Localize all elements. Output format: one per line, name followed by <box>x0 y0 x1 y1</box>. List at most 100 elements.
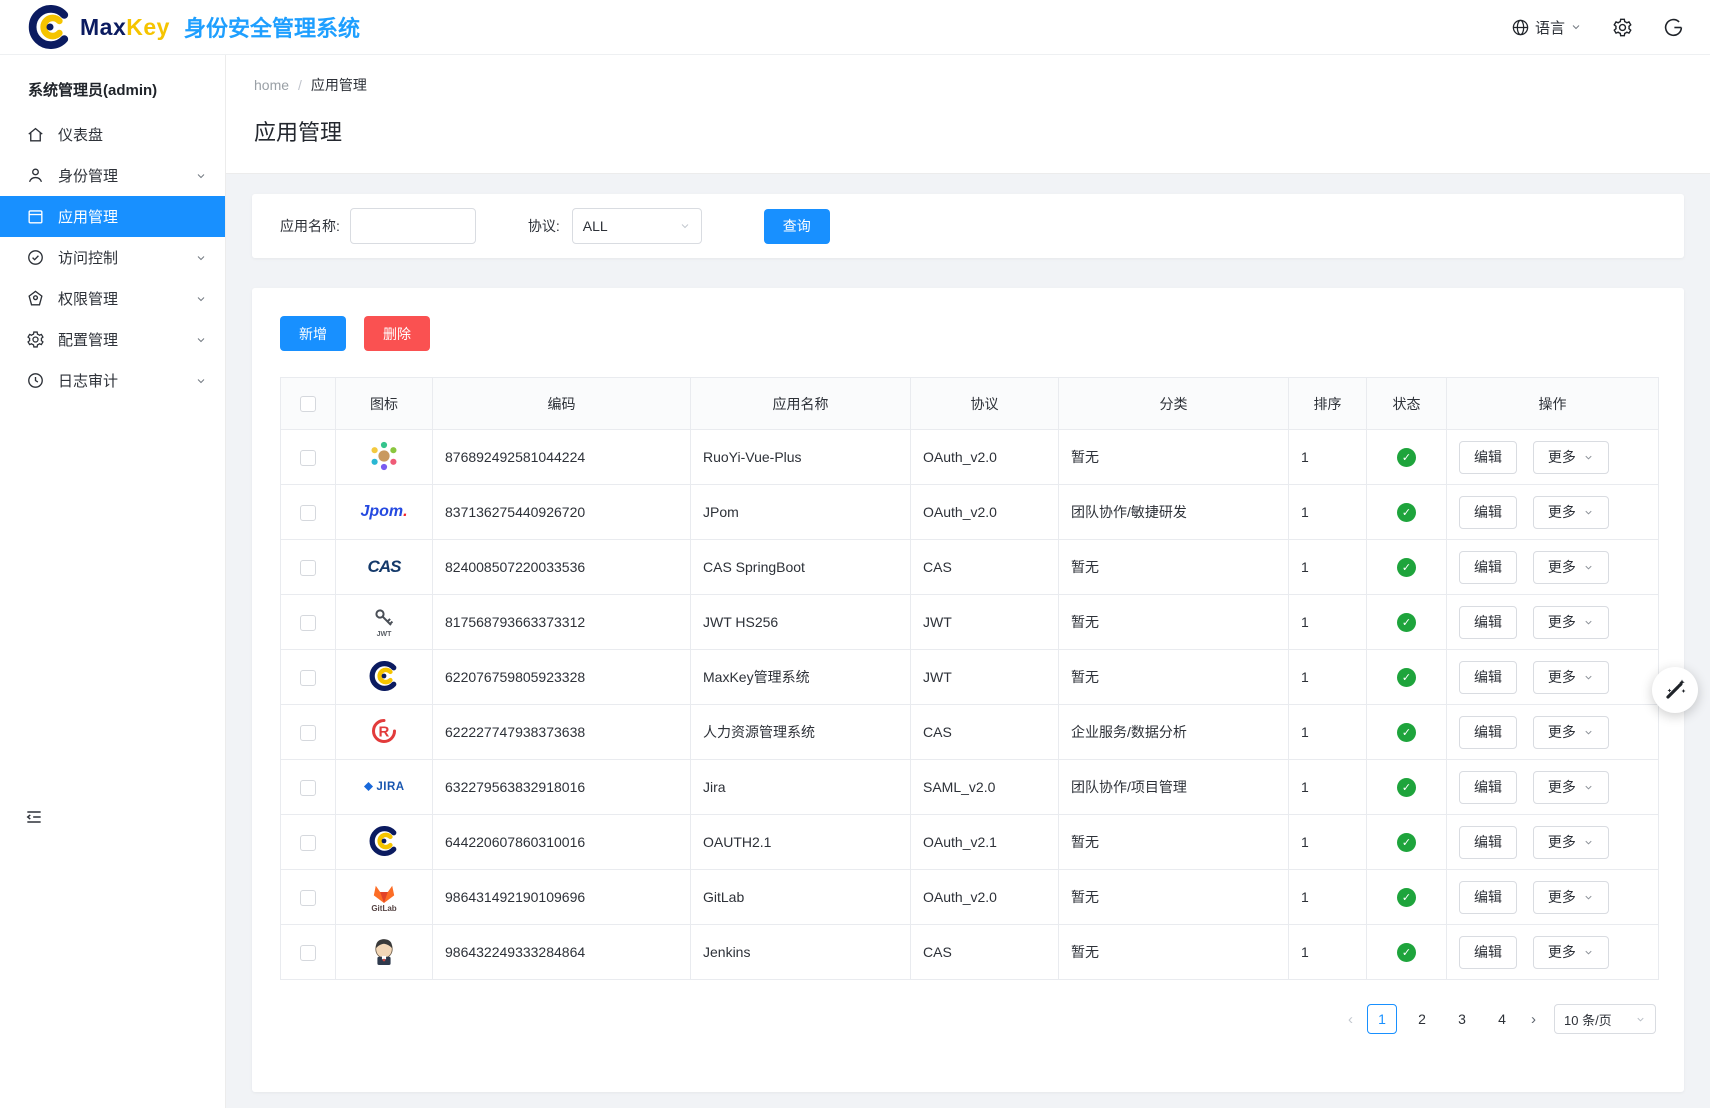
row-checkbox[interactable] <box>300 615 316 631</box>
app-category: 暂无 <box>1059 595 1289 650</box>
magic-wand-floating-button[interactable] <box>1652 667 1698 713</box>
more-button[interactable]: 更多 <box>1533 661 1609 694</box>
edit-button[interactable]: 编辑 <box>1459 606 1517 639</box>
edit-button[interactable]: 编辑 <box>1459 661 1517 694</box>
app-protocol: JWT <box>911 595 1059 650</box>
next-page-button[interactable]: › <box>1527 1011 1540 1028</box>
row-checkbox[interactable] <box>300 890 316 906</box>
edit-button[interactable]: 编辑 <box>1459 826 1517 859</box>
sidebar-item-permission[interactable]: 权限管理 <box>0 278 225 319</box>
chevron-down-icon <box>1583 727 1594 738</box>
more-button[interactable]: 更多 <box>1533 606 1609 639</box>
row-checkbox[interactable] <box>300 835 316 851</box>
app-name: CAS SpringBoot <box>691 540 911 595</box>
row-checkbox[interactable] <box>300 725 316 741</box>
app-sort: 1 <box>1289 430 1367 485</box>
column-header-icon: 图标 <box>336 378 433 430</box>
settings-gear-icon[interactable] <box>1612 17 1633 38</box>
app-sort: 1 <box>1289 595 1367 650</box>
app-category: 暂无 <box>1059 870 1289 925</box>
edit-button[interactable]: 编辑 <box>1459 936 1517 969</box>
app-name: OAUTH2.1 <box>691 815 911 870</box>
sidebar-item-access[interactable]: 访问控制 <box>0 237 225 278</box>
apps-table: 图标 编码 应用名称 协议 分类 排序 状态 操作 87689249258104… <box>280 377 1659 980</box>
sidebar-nav: 仪表盘 身份管理 应用管理 访问控制 权限管理 配置管理 <box>0 114 225 401</box>
edit-button[interactable]: 编辑 <box>1459 496 1517 529</box>
app-protocol: CAS <box>911 925 1059 980</box>
row-checkbox[interactable] <box>300 780 316 796</box>
breadcrumb-separator: / <box>298 77 302 93</box>
app-sort: 1 <box>1289 705 1367 760</box>
delete-button[interactable]: 删除 <box>364 316 430 351</box>
page-button-4[interactable]: 4 <box>1487 1004 1517 1034</box>
sidebar-item-apps[interactable]: 应用管理 <box>0 196 225 237</box>
language-menu[interactable]: 语言 <box>1511 17 1582 38</box>
app-window-icon <box>26 207 45 226</box>
chevron-down-icon <box>195 170 207 182</box>
app-code: 837136275440926720 <box>433 485 691 540</box>
table-panel: 新增 删除 图标 编码 应用名称 协议 分类 <box>252 288 1684 1092</box>
chevron-down-icon <box>1583 947 1594 958</box>
content: 应用名称: 协议: ALL 查询 新增 删除 <box>226 174 1710 1092</box>
table-header-row: 图标 编码 应用名称 协议 分类 排序 状态 操作 <box>281 378 1659 430</box>
app-name: 人力资源管理系统 <box>691 705 911 760</box>
user-icon <box>26 166 45 185</box>
row-checkbox[interactable] <box>300 670 316 686</box>
edit-button[interactable]: 编辑 <box>1459 771 1517 804</box>
row-checkbox[interactable] <box>300 945 316 961</box>
app-protocol: SAML_v2.0 <box>911 760 1059 815</box>
more-button[interactable]: 更多 <box>1533 716 1609 749</box>
app-code: 986432249333284864 <box>433 925 691 980</box>
sidebar-item-identity[interactable]: 身份管理 <box>0 155 225 196</box>
prev-page-button[interactable]: ‹ <box>1344 1011 1357 1028</box>
more-button[interactable]: 更多 <box>1533 496 1609 529</box>
chevron-down-icon <box>1570 21 1582 33</box>
sidebar-item-dashboard[interactable]: 仪表盘 <box>0 114 225 155</box>
search-button[interactable]: 查询 <box>764 209 830 244</box>
protocol-select[interactable]: ALL <box>572 208 702 244</box>
chevron-down-icon <box>1583 837 1594 848</box>
row-checkbox[interactable] <box>300 450 316 466</box>
edit-button[interactable]: 编辑 <box>1459 716 1517 749</box>
row-checkbox[interactable] <box>300 505 316 521</box>
more-button[interactable]: 更多 <box>1533 936 1609 969</box>
chevron-down-icon <box>195 293 207 305</box>
jpom-app-icon: Jpom. <box>336 485 433 540</box>
logout-icon[interactable] <box>1663 17 1684 38</box>
status-enabled-icon: ✓ <box>1397 888 1416 907</box>
sidebar-item-audit[interactable]: 日志审计 <box>0 360 225 401</box>
brand-name: MaxKey <box>80 14 170 41</box>
edit-button[interactable]: 编辑 <box>1459 551 1517 584</box>
edit-button[interactable]: 编辑 <box>1459 881 1517 914</box>
app-name-input[interactable] <box>350 208 476 244</box>
app-sort: 1 <box>1289 650 1367 705</box>
page-button-2[interactable]: 2 <box>1407 1004 1437 1034</box>
more-button[interactable]: 更多 <box>1533 826 1609 859</box>
sidebar-collapse-icon[interactable] <box>24 807 44 830</box>
column-header-action: 操作 <box>1447 378 1659 430</box>
more-button[interactable]: 更多 <box>1533 441 1609 474</box>
page-button-3[interactable]: 3 <box>1447 1004 1477 1034</box>
home-icon <box>26 125 45 144</box>
permission-icon <box>26 289 45 308</box>
row-checkbox[interactable] <box>300 560 316 576</box>
select-all-checkbox[interactable] <box>300 396 316 412</box>
brand-subtitle: 身份安全管理系统 <box>184 11 360 43</box>
more-button[interactable]: 更多 <box>1533 551 1609 584</box>
jwt-app-icon: JWT <box>336 595 433 650</box>
breadcrumb-home[interactable]: home <box>254 77 289 93</box>
sidebar-item-label: 日志审计 <box>58 370 118 391</box>
sidebar-item-config[interactable]: 配置管理 <box>0 319 225 360</box>
app-name: JPom <box>691 485 911 540</box>
app-protocol: OAuth_v2.1 <box>911 815 1059 870</box>
edit-button[interactable]: 编辑 <box>1459 441 1517 474</box>
sidebar: 系统管理员(admin) 仪表盘 身份管理 应用管理 访问控制 权限管理 配置管… <box>0 55 226 1108</box>
page-button-1[interactable]: 1 <box>1367 1004 1397 1034</box>
more-button[interactable]: 更多 <box>1533 771 1609 804</box>
chevron-down-icon <box>1583 617 1594 628</box>
more-button[interactable]: 更多 <box>1533 881 1609 914</box>
add-button[interactable]: 新增 <box>280 316 346 351</box>
app-category: 暂无 <box>1059 650 1289 705</box>
column-header-name: 应用名称 <box>691 378 911 430</box>
page-size-select[interactable]: 10 条/页 <box>1554 1004 1656 1034</box>
